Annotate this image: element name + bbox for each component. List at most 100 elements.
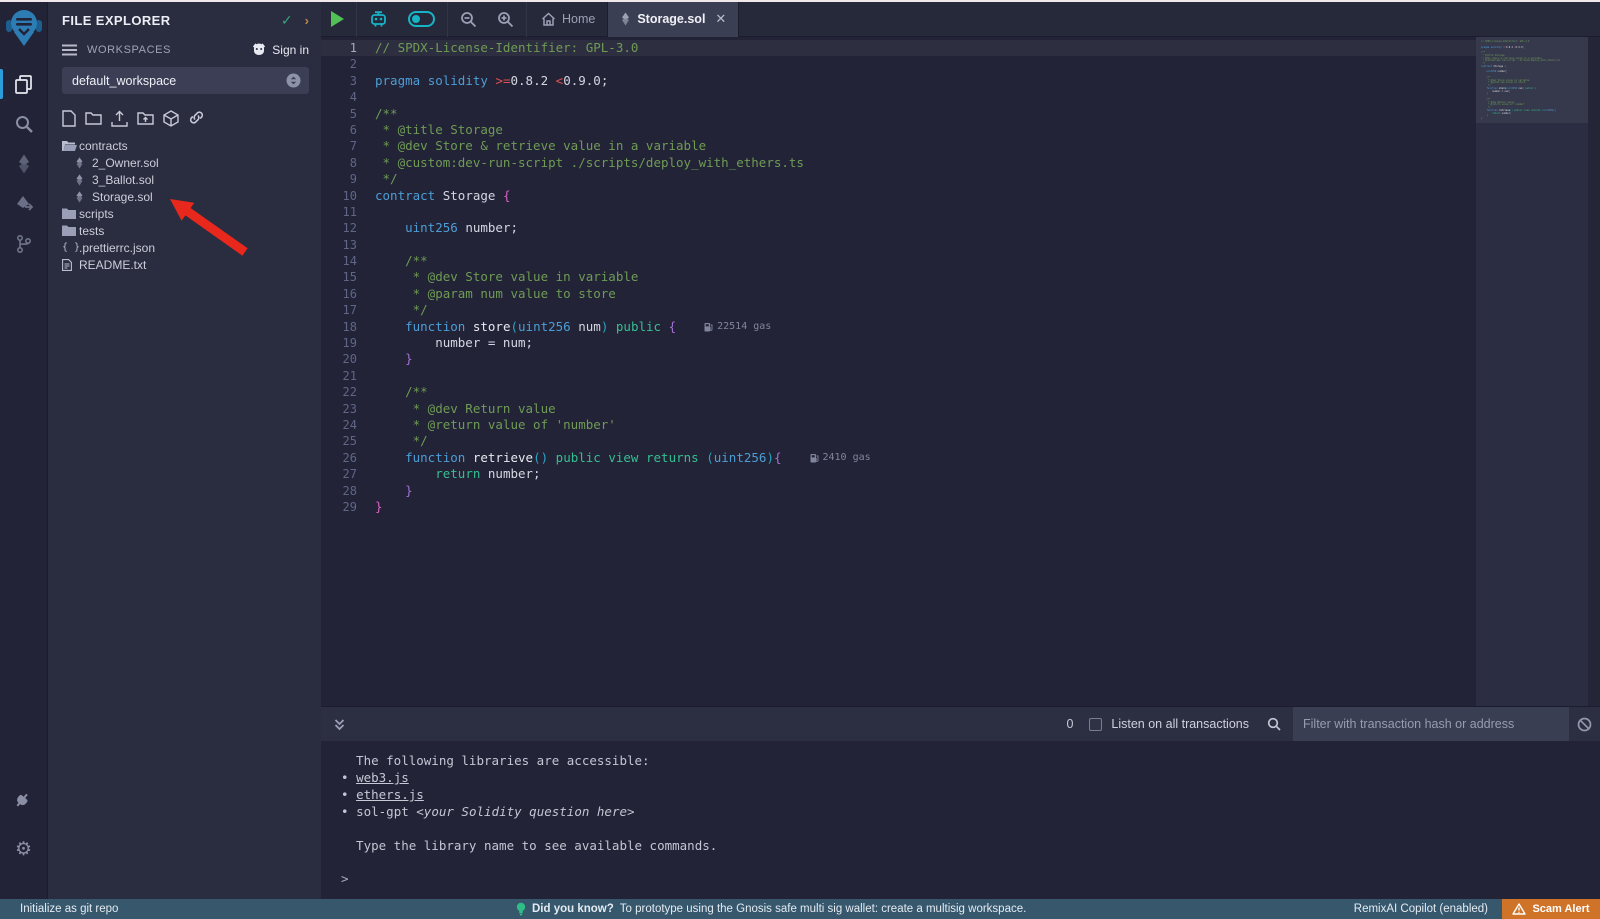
file-actions-toolbar	[48, 94, 321, 131]
terminal-link-ethers.js[interactable]: ethers.js	[356, 787, 424, 802]
upload-folder-icon[interactable]	[137, 110, 154, 127]
workspace-select[interactable]: default_workspace	[62, 67, 309, 94]
file-tree-item-.prettierrc.json[interactable]: { }.prettierrc.json	[48, 239, 321, 256]
terminal-output[interactable]: The following libraries are accessible:•…	[321, 741, 1600, 899]
code-line-26[interactable]: 26 function retrieve() public view retur…	[321, 450, 1600, 466]
search-icon[interactable]	[0, 104, 48, 144]
hamburger-menu-icon[interactable]	[62, 44, 77, 56]
code-line-12[interactable]: 12 uint256 number;	[321, 220, 1600, 236]
code-line-17[interactable]: 17 */	[321, 302, 1600, 318]
editor-toolbar: Home Storage.sol ✕	[321, 2, 1600, 37]
code-line-2[interactable]: 2	[321, 56, 1600, 72]
code-line-7[interactable]: 7 * @dev Store & retrieve value in a var…	[321, 138, 1600, 154]
file-tree-item-tests[interactable]: tests	[48, 222, 321, 239]
code-line-27[interactable]: 27 return number;	[321, 466, 1600, 482]
clear-console-icon[interactable]	[1569, 717, 1600, 732]
terminal-prompt[interactable]: >	[341, 870, 349, 887]
line-number: 24	[321, 417, 375, 433]
terminal-line	[341, 820, 1600, 837]
tab-storage-sol[interactable]: Storage.sol ✕	[607, 2, 739, 37]
solidity-icon	[75, 174, 92, 186]
code-line-21[interactable]: 21	[321, 368, 1600, 384]
code-line-19[interactable]: 19 number = num;	[321, 335, 1600, 351]
init-git-repo-button[interactable]: Initialize as git repo	[20, 903, 118, 915]
checkmark-icon[interactable]: ✓	[281, 12, 293, 29]
copilot-status[interactable]: RemixAI Copilot (enabled)	[1354, 899, 1488, 919]
remixai-assistant-button[interactable]	[359, 2, 398, 37]
code-text: uint256 number;	[1481, 71, 1507, 74]
code-line-11[interactable]: 11	[321, 204, 1600, 220]
file-label: contracts	[79, 139, 128, 153]
code-line-15[interactable]: 15 * @dev Store value in variable	[321, 269, 1600, 285]
chevron-right-icon[interactable]: ›	[305, 13, 309, 28]
code-line-18[interactable]: 18 function store(uint256 num) public {2…	[321, 319, 1600, 335]
code-line-4[interactable]: 4	[321, 89, 1600, 105]
file-tree-item-readme.txt[interactable]: README.txt	[48, 256, 321, 273]
code-line-16[interactable]: 16 * @param num value to store	[321, 286, 1600, 302]
file-tree-item-scripts[interactable]: scripts	[48, 205, 321, 222]
code-line-3[interactable]: 3pragma solidity >=0.8.2 <0.9.0;	[321, 73, 1600, 89]
tab-home[interactable]: Home	[529, 2, 607, 37]
file-tree-item-contracts[interactable]: contracts	[48, 137, 321, 154]
file-tree-item-3_ballot.sol[interactable]: 3_Ballot.sol	[48, 171, 321, 188]
deploy-and-run-icon[interactable]	[0, 184, 48, 224]
remix-logo-icon[interactable]	[5, 8, 43, 50]
code-text: pragma solidity >=0.8.2 <0.9.0;	[1481, 47, 1524, 50]
code-line-24[interactable]: 24 * @return value of 'number'	[321, 417, 1600, 433]
solidity-compiler-icon[interactable]	[0, 144, 48, 184]
code-line-1[interactable]: 1// SPDX-License-Identifier: GPL-3.0	[321, 40, 1600, 56]
code-line-8[interactable]: 8 * @custom:dev-run-script ./scripts/dep…	[321, 155, 1600, 171]
code-line-14[interactable]: 14 /**	[321, 253, 1600, 269]
terminal-search-icon[interactable]	[1267, 717, 1281, 731]
robot-icon	[369, 11, 388, 28]
line-number: 3	[321, 73, 375, 89]
code-line-5[interactable]: 5/**	[321, 106, 1600, 122]
line-number: 20	[321, 351, 375, 367]
solidity-icon	[620, 12, 631, 26]
active-indicator	[0, 69, 3, 99]
plugin-manager-icon[interactable]	[0, 781, 48, 821]
transaction-filter-input[interactable]	[1293, 707, 1569, 742]
scam-alert-button[interactable]: Scam Alert	[1502, 899, 1600, 919]
git-icon[interactable]	[0, 224, 48, 264]
remixai-toggle[interactable]	[398, 2, 445, 37]
expand-terminal-icon[interactable]	[333, 718, 346, 731]
code-line-28[interactable]: 28 }	[321, 483, 1600, 499]
line-number: 11	[321, 204, 375, 220]
code-line-6[interactable]: 6 * @title Storage	[321, 122, 1600, 138]
code-line-25[interactable]: 25 */	[321, 433, 1600, 449]
code-text: }	[375, 483, 413, 499]
code-line-20[interactable]: 20 }	[321, 351, 1600, 367]
new-folder-icon[interactable]	[85, 110, 102, 127]
code-line-29[interactable]: 29}	[321, 499, 1600, 515]
line-number: 25	[321, 433, 375, 449]
close-tab-icon[interactable]: ✕	[715, 11, 726, 27]
code-line-9[interactable]: 9 */	[321, 171, 1600, 187]
minimap[interactable]: // SPDX-License-Identifier: GPL-3.0 pragm…	[1476, 37, 1588, 706]
link-icon[interactable]	[188, 110, 205, 127]
editor-scrollbar-track[interactable]	[1588, 37, 1600, 706]
zoom-out-icon[interactable]	[450, 2, 487, 37]
zoom-in-icon[interactable]	[487, 2, 524, 37]
tip-text: To prototype using the Gnosis safe multi…	[620, 903, 1027, 915]
file-label: scripts	[79, 207, 114, 221]
line-number: 28	[321, 483, 375, 499]
code-editor[interactable]: 1// SPDX-License-Identifier: GPL-3.023pr…	[321, 37, 1600, 706]
upload-file-icon[interactable]	[111, 110, 128, 127]
file-explorer-icon[interactable]	[0, 64, 48, 104]
updown-circle-icon	[286, 73, 301, 88]
listen-transactions-checkbox[interactable]	[1089, 718, 1102, 731]
file-tree-item-storage.sol[interactable]: Storage.sol	[48, 188, 321, 205]
code-line-23[interactable]: 23 * @dev Return value	[321, 401, 1600, 417]
code-line-13[interactable]: 13	[321, 237, 1600, 253]
file-tree-item-2_owner.sol[interactable]: 2_Owner.sol	[48, 154, 321, 171]
code-text: // SPDX-License-Identifier: GPL-3.0	[1481, 41, 1529, 44]
sign-in-button[interactable]: Sign in	[251, 43, 309, 57]
terminal-link-web3.js[interactable]: web3.js	[356, 770, 409, 785]
new-file-icon[interactable]	[62, 110, 76, 127]
run-script-button[interactable]	[321, 2, 354, 37]
settings-gear-icon[interactable]: ⚙	[0, 829, 48, 869]
publish-workspace-icon[interactable]	[163, 110, 179, 127]
code-line-22[interactable]: 22 /**	[321, 384, 1600, 400]
code-line-10[interactable]: 10contract Storage {	[321, 188, 1600, 204]
